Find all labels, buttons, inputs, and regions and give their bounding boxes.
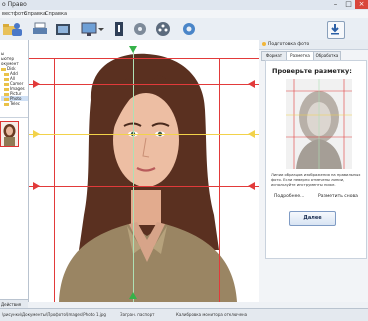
menu-bar: вестфото Справка Справка: [0, 10, 368, 18]
bottom-handle-icon[interactable]: [129, 292, 137, 299]
panel-header: Подготовка фото: [259, 40, 368, 50]
settings-icon[interactable]: [132, 21, 148, 37]
maximize-button[interactable]: □: [342, 0, 355, 9]
camera-icon[interactable]: [55, 21, 71, 37]
markup-preview-box: Проверьте разметку: Линии образцов изобр…: [265, 60, 367, 259]
more-link[interactable]: Подробнее...: [274, 194, 304, 199]
center-guide-line[interactable]: [133, 50, 134, 302]
right-chin-handle-icon[interactable]: [248, 182, 255, 190]
chin-guide-line[interactable]: [29, 186, 259, 187]
status-bar: \рисунки\Документы\Профото\Images\Photo …: [0, 308, 368, 321]
top-guide-line[interactable]: [29, 58, 259, 59]
menu-item-help-2[interactable]: Справка: [45, 11, 67, 17]
info-icon[interactable]: [111, 21, 127, 37]
photo-canvas[interactable]: [29, 40, 260, 302]
status-format: Загран. паспорт: [120, 312, 155, 317]
right-guide-line[interactable]: [219, 58, 220, 302]
film-icon[interactable]: [155, 21, 171, 37]
left-chin-handle-icon[interactable]: [33, 182, 40, 190]
sample-portrait: [286, 79, 352, 169]
folder-tree-panel: ы ьютер окумент Disk Add All Camer Image…: [0, 40, 29, 302]
left-crown-handle-icon[interactable]: [33, 80, 40, 88]
portrait-photo: [39, 53, 247, 302]
tree-item[interactable]: Telec: [1, 101, 28, 106]
right-eye-handle-icon[interactable]: [248, 130, 255, 138]
window-title: о Право: [2, 1, 27, 8]
print-icon[interactable]: [32, 21, 48, 37]
crown-guide-line[interactable]: [29, 84, 259, 85]
markup-help-text: Линии образцов изображения на правильных…: [271, 173, 361, 187]
minimize-button[interactable]: –: [329, 0, 342, 9]
menu-item-help[interactable]: Справка: [24, 11, 46, 17]
status-calibration: Калибровка монитора отключена: [176, 312, 248, 317]
folder-icon: [4, 102, 9, 106]
download-icon[interactable]: [327, 21, 345, 39]
remark-link[interactable]: Разметить снова: [318, 194, 358, 199]
dropdown-icon[interactable]: [97, 21, 105, 37]
markup-title: Проверьте разметку:: [272, 67, 352, 75]
gear-icon[interactable]: [181, 21, 197, 37]
left-guide-line[interactable]: [54, 58, 55, 302]
photo-icon[interactable]: [9, 21, 25, 37]
display-icon[interactable]: [81, 21, 97, 37]
bulb-icon: [262, 41, 266, 46]
divider: [0, 117, 28, 118]
photo-thumbnail[interactable]: [0, 121, 19, 147]
next-button[interactable]: Далее: [289, 211, 336, 226]
status-path: \рисунки\Документы\Профото\Images\Photo …: [2, 312, 106, 317]
eye-guide-line[interactable]: [29, 134, 259, 135]
toolbar: [0, 18, 368, 41]
left-eye-handle-icon[interactable]: [33, 130, 40, 138]
right-crown-handle-icon[interactable]: [248, 80, 255, 88]
top-handle-icon[interactable]: [129, 46, 137, 53]
close-button[interactable]: ×: [355, 0, 368, 9]
